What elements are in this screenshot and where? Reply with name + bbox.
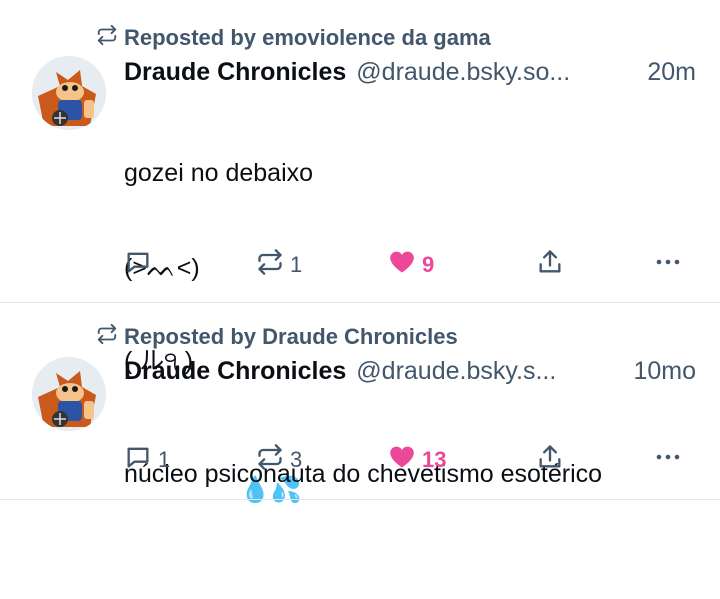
avatar[interactable] xyxy=(32,56,106,130)
like-count: 13 xyxy=(422,447,447,472)
author-handle[interactable]: @draude.bsky.s... xyxy=(356,357,623,386)
avatar[interactable] xyxy=(32,357,106,431)
like-button[interactable]: 9 xyxy=(388,248,434,282)
reply-button[interactable] xyxy=(124,248,158,282)
repost-icon xyxy=(96,24,118,52)
more-icon xyxy=(654,248,682,282)
post-time[interactable]: 20m xyxy=(647,58,696,87)
author-name[interactable]: Draude Chronicles xyxy=(124,58,346,87)
repost-indicator[interactable]: Reposted by Draude Chronicles xyxy=(96,323,458,351)
reply-icon xyxy=(124,443,152,477)
author-handle[interactable]: @draude.bsky.so... xyxy=(356,58,637,87)
share-button[interactable] xyxy=(536,248,564,282)
post-time[interactable]: 10mo xyxy=(633,357,696,386)
more-icon xyxy=(654,443,682,477)
heart-icon xyxy=(388,248,416,282)
repost-button[interactable]: 1 xyxy=(256,248,302,282)
post-actions: 1 9 xyxy=(124,248,690,282)
reply-button[interactable]: 1 xyxy=(124,443,170,477)
share-icon xyxy=(536,248,564,282)
post-header: Draude Chronicles @draude.bsky.s... 10mo xyxy=(124,357,696,389)
repost-indicator[interactable]: Reposted by emoviolence da gama xyxy=(96,24,491,52)
share-button[interactable] xyxy=(536,443,564,477)
share-icon xyxy=(536,443,564,477)
post-actions: 1 3 13 xyxy=(124,443,690,477)
repost-label: Reposted by emoviolence da gama xyxy=(124,25,491,50)
like-button[interactable]: 13 xyxy=(388,443,446,477)
repost-label: Reposted by Draude Chronicles xyxy=(124,324,458,349)
post-header: Draude Chronicles @draude.bsky.so... 20m xyxy=(124,58,696,90)
repost-icon xyxy=(256,443,284,477)
post[interactable]: Reposted by emoviolence da gama Draude C… xyxy=(0,0,720,504)
repost-icon xyxy=(96,323,118,351)
like-count: 9 xyxy=(422,252,435,277)
reply-icon xyxy=(124,248,152,282)
reply-count: 1 xyxy=(158,447,171,472)
repost-icon xyxy=(256,248,284,282)
repost-count: 3 xyxy=(290,447,303,472)
feed: Reposted by emoviolence da gama Draude C… xyxy=(0,0,720,504)
author-name[interactable]: Draude Chronicles xyxy=(124,357,346,386)
more-options-button[interactable] xyxy=(654,443,682,477)
heart-icon xyxy=(388,443,416,477)
more-options-button[interactable] xyxy=(654,248,682,282)
post[interactable]: Reposted by Draude Chronicles Draude Chr… xyxy=(0,302,720,500)
post-text-line: gozei no debaixo xyxy=(124,159,314,187)
repost-button[interactable]: 3 xyxy=(256,443,302,477)
repost-count: 1 xyxy=(290,252,303,277)
